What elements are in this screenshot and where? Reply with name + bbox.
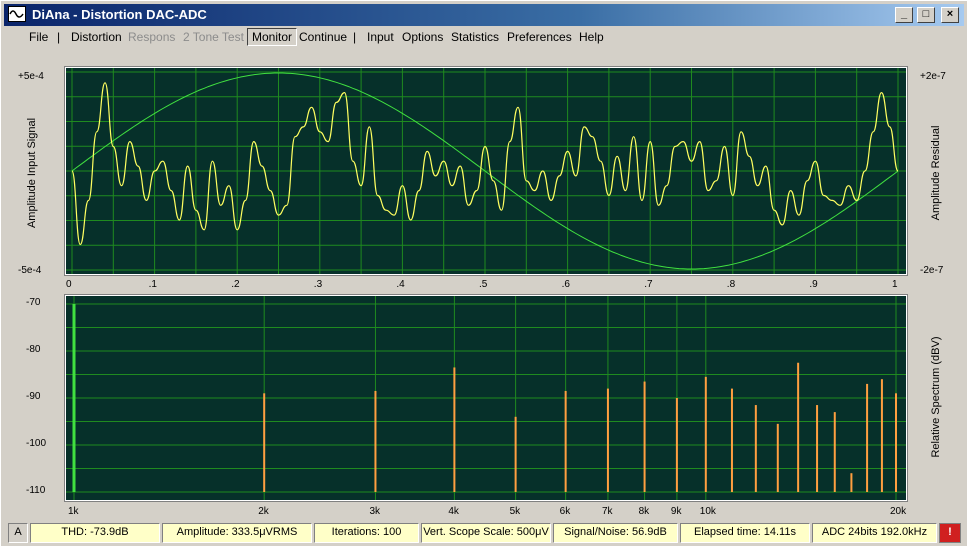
app-icon[interactable] <box>8 6 26 22</box>
spectrum-bar <box>72 304 76 492</box>
spectrum-y-tick-label: -100 <box>26 438 47 449</box>
status-adc-info: ADC 24bits 192.0kHz <box>812 523 937 543</box>
scope-right-top-label: +2e-7 <box>920 71 946 82</box>
scope-x-tick-label: .9 <box>809 279 818 290</box>
spectrum-bar <box>797 362 800 492</box>
menu-help[interactable]: Help <box>579 30 604 44</box>
status-signal-noise: Signal/Noise: 56.9dB <box>553 523 678 543</box>
spectrum-y-tick-label: -90 <box>26 391 41 402</box>
spectrum-bar <box>704 376 707 492</box>
scope-x-tick-label: 1 <box>892 279 898 290</box>
scope-x-tick-label: .8 <box>726 279 736 290</box>
scope-x-tick-label: .7 <box>644 279 653 290</box>
spectrum-right-axis-label: Relative Spectrum (dBV) <box>930 336 942 458</box>
minimize-button[interactable]: _ <box>895 7 913 23</box>
menu-input[interactable]: Input <box>367 30 394 44</box>
menu-distortion[interactable]: Distortion <box>71 30 122 44</box>
spectrum-x-tick-label: 7k <box>601 506 613 517</box>
status-alert-icon[interactable]: ! <box>939 523 961 543</box>
scope-left-axis-label: Amplitude Input Signal <box>26 117 38 229</box>
spectrum-bar <box>880 379 883 492</box>
status-elapsed-time: Elapsed time: 14.11s <box>680 523 810 543</box>
spectrum-x-tick-label: 20k <box>890 506 907 517</box>
spectrum-bar <box>776 423 779 492</box>
menu-bar: File | Distortion Respons 2 Tone Test Mo… <box>4 27 964 47</box>
window-title: DiAna - Distortion DAC-ADC <box>32 7 207 22</box>
close-button[interactable]: × <box>941 7 959 23</box>
status-scope-scale: Vert. Scope Scale: 500μV <box>421 523 551 543</box>
menu-preferences[interactable]: Preferences <box>507 30 572 44</box>
spectrum-x-tick-label: 2k <box>258 506 269 517</box>
menu-monitor[interactable]: Monitor <box>247 28 298 46</box>
maximize-icon: □ <box>922 8 930 20</box>
scope-right-axis-label: Amplitude Residual <box>930 125 942 221</box>
spectrum-bar <box>866 383 869 492</box>
spectrum-x-tick-label: 8k <box>638 506 650 517</box>
scope-left-bottom-label: -5e-4 <box>18 265 42 276</box>
status-amplitude: Amplitude: 333.5μVRMS <box>162 523 312 543</box>
spectrum-bar <box>833 412 836 492</box>
menu-options[interactable]: Options <box>402 30 443 44</box>
scope-graph[interactable] <box>64 66 908 276</box>
spectrum-bar <box>730 388 733 492</box>
scope-plot <box>66 68 906 274</box>
spectrum-y-tick-label: -110 <box>26 485 46 496</box>
menu-statistics[interactable]: Statistics <box>451 30 499 44</box>
main-panel: +5e-4 -5e-4 +2e-7 -2e-7 Amplitude Input … <box>4 49 964 519</box>
status-thd: THD: -73.9dB <box>30 523 160 543</box>
spectrum-bar <box>643 381 646 492</box>
spectrum-bar <box>816 405 819 492</box>
spectrum-x-tick-label: 5k <box>509 506 521 517</box>
menu-continue[interactable]: Continue <box>299 30 347 44</box>
scope-right-bottom-label: -2e-7 <box>920 265 944 276</box>
spectrum-plot <box>66 296 906 500</box>
scope-x-tick-label: .3 <box>313 279 323 290</box>
title-bar[interactable]: DiAna - Distortion DAC-ADC _ □ × <box>4 4 964 26</box>
spectrum-x-tick-label: 6k <box>559 506 571 517</box>
close-icon: × <box>946 8 954 20</box>
spectrum-bar <box>675 398 678 492</box>
scope-x-tick-label: 0 <box>66 279 72 290</box>
maximize-button[interactable]: □ <box>917 7 935 23</box>
menu-respons[interactable]: Respons <box>128 30 175 44</box>
scope-x-tick-label: .4 <box>396 279 405 290</box>
status-iterations: Iterations: 100 <box>314 523 419 543</box>
spectrum-bar <box>564 390 567 492</box>
spectrum-x-tick-label: 1k <box>68 506 79 517</box>
menu-separator: | <box>57 30 61 44</box>
menu-separator: | <box>353 30 357 44</box>
scope-x-tick-label: .5 <box>479 279 488 290</box>
menu-file[interactable]: File <box>29 30 48 44</box>
spectrum-bar <box>514 416 517 492</box>
status-bar: A THD: -73.9dB Amplitude: 333.5μVRMS Ite… <box>4 523 964 543</box>
scope-x-tick-label: .6 <box>561 279 570 290</box>
minimize-icon: _ <box>900 8 908 20</box>
menu-2-tone-test[interactable]: 2 Tone Test <box>183 30 244 44</box>
spectrum-bar <box>754 405 757 492</box>
spectrum-bar <box>263 393 266 492</box>
scope-x-tick-label: .2 <box>231 279 240 290</box>
spectrum-x-tick-label: 4k <box>448 506 459 517</box>
scope-x-tick-label: .1 <box>148 279 157 290</box>
spectrum-x-tick-label: 3k <box>369 506 380 517</box>
spectrum-x-tick-label: 9k <box>670 506 682 517</box>
spectrum-bar <box>374 390 377 492</box>
scope-left-top-label: +5e-4 <box>18 71 44 82</box>
spectrum-y-tick-label: -70 <box>26 297 41 308</box>
app-window: DiAna - Distortion DAC-ADC _ □ × File | … <box>0 0 968 547</box>
spectrum-bar <box>453 367 456 492</box>
spectrum-graph[interactable] <box>64 294 908 502</box>
spectrum-y-tick-label: -80 <box>26 344 41 355</box>
spectrum-x-tick-label: 10k <box>699 506 716 517</box>
status-channel[interactable]: A <box>8 523 28 543</box>
spectrum-bar <box>850 473 853 492</box>
spectrum-bar <box>895 393 897 492</box>
spectrum-bar <box>606 388 609 492</box>
